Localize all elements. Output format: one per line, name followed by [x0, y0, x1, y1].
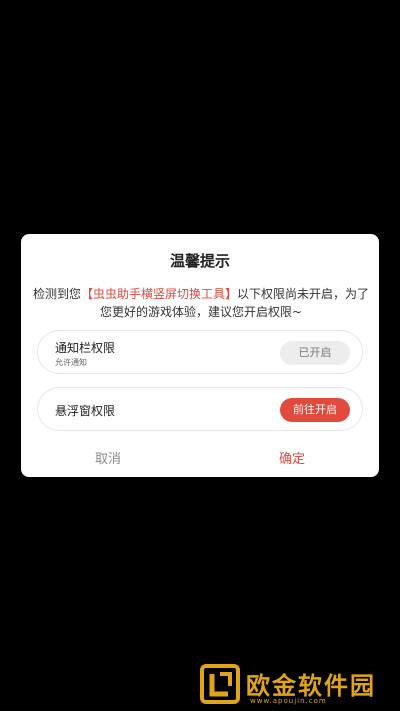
dialog-message: 检测到您【虫虫助手横竖屏切换工具】以下权限尚未开启，为了您更好的游戏体验，建议您…: [32, 285, 370, 321]
watermark-logo-icon: [200, 664, 240, 704]
watermark-text: 欧金软件园: [246, 672, 376, 700]
app-name: 【虫虫助手横竖屏切换工具】: [80, 287, 237, 301]
permission-dialog: 温馨提示 检测到您【虫虫助手横竖屏切换工具】以下权限尚未开启，为了您更好的游戏体…: [21, 234, 379, 477]
watermark-url: www.apoujin.com: [250, 697, 327, 705]
permission-title: 悬浮窗权限: [55, 404, 116, 418]
dialog-title: 温馨提示: [169, 252, 230, 270]
notification-enabled-button[interactable]: 已开启: [280, 341, 350, 365]
permission-row-notification: 通知栏权限 允许通知 已开启: [37, 330, 363, 374]
message-prefix: 检测到您: [32, 287, 81, 301]
permission-row-floating-window: 悬浮窗权限 前往开启: [37, 387, 363, 431]
dialog-actions: 取消 确定: [21, 448, 379, 468]
watermark: 欧金软件园 www.apoujin.com: [200, 664, 395, 708]
permission-subtitle: 允许通知: [55, 358, 87, 367]
permission-title: 通知栏权限: [55, 341, 116, 355]
screen: 温馨提示 检测到您【虫虫助手横竖屏切换工具】以下权限尚未开启，为了您更好的游戏体…: [0, 0, 400, 711]
confirm-button[interactable]: 确定: [242, 448, 342, 467]
cancel-button[interactable]: 取消: [58, 448, 158, 467]
go-enable-button[interactable]: 前往开启: [280, 398, 350, 422]
